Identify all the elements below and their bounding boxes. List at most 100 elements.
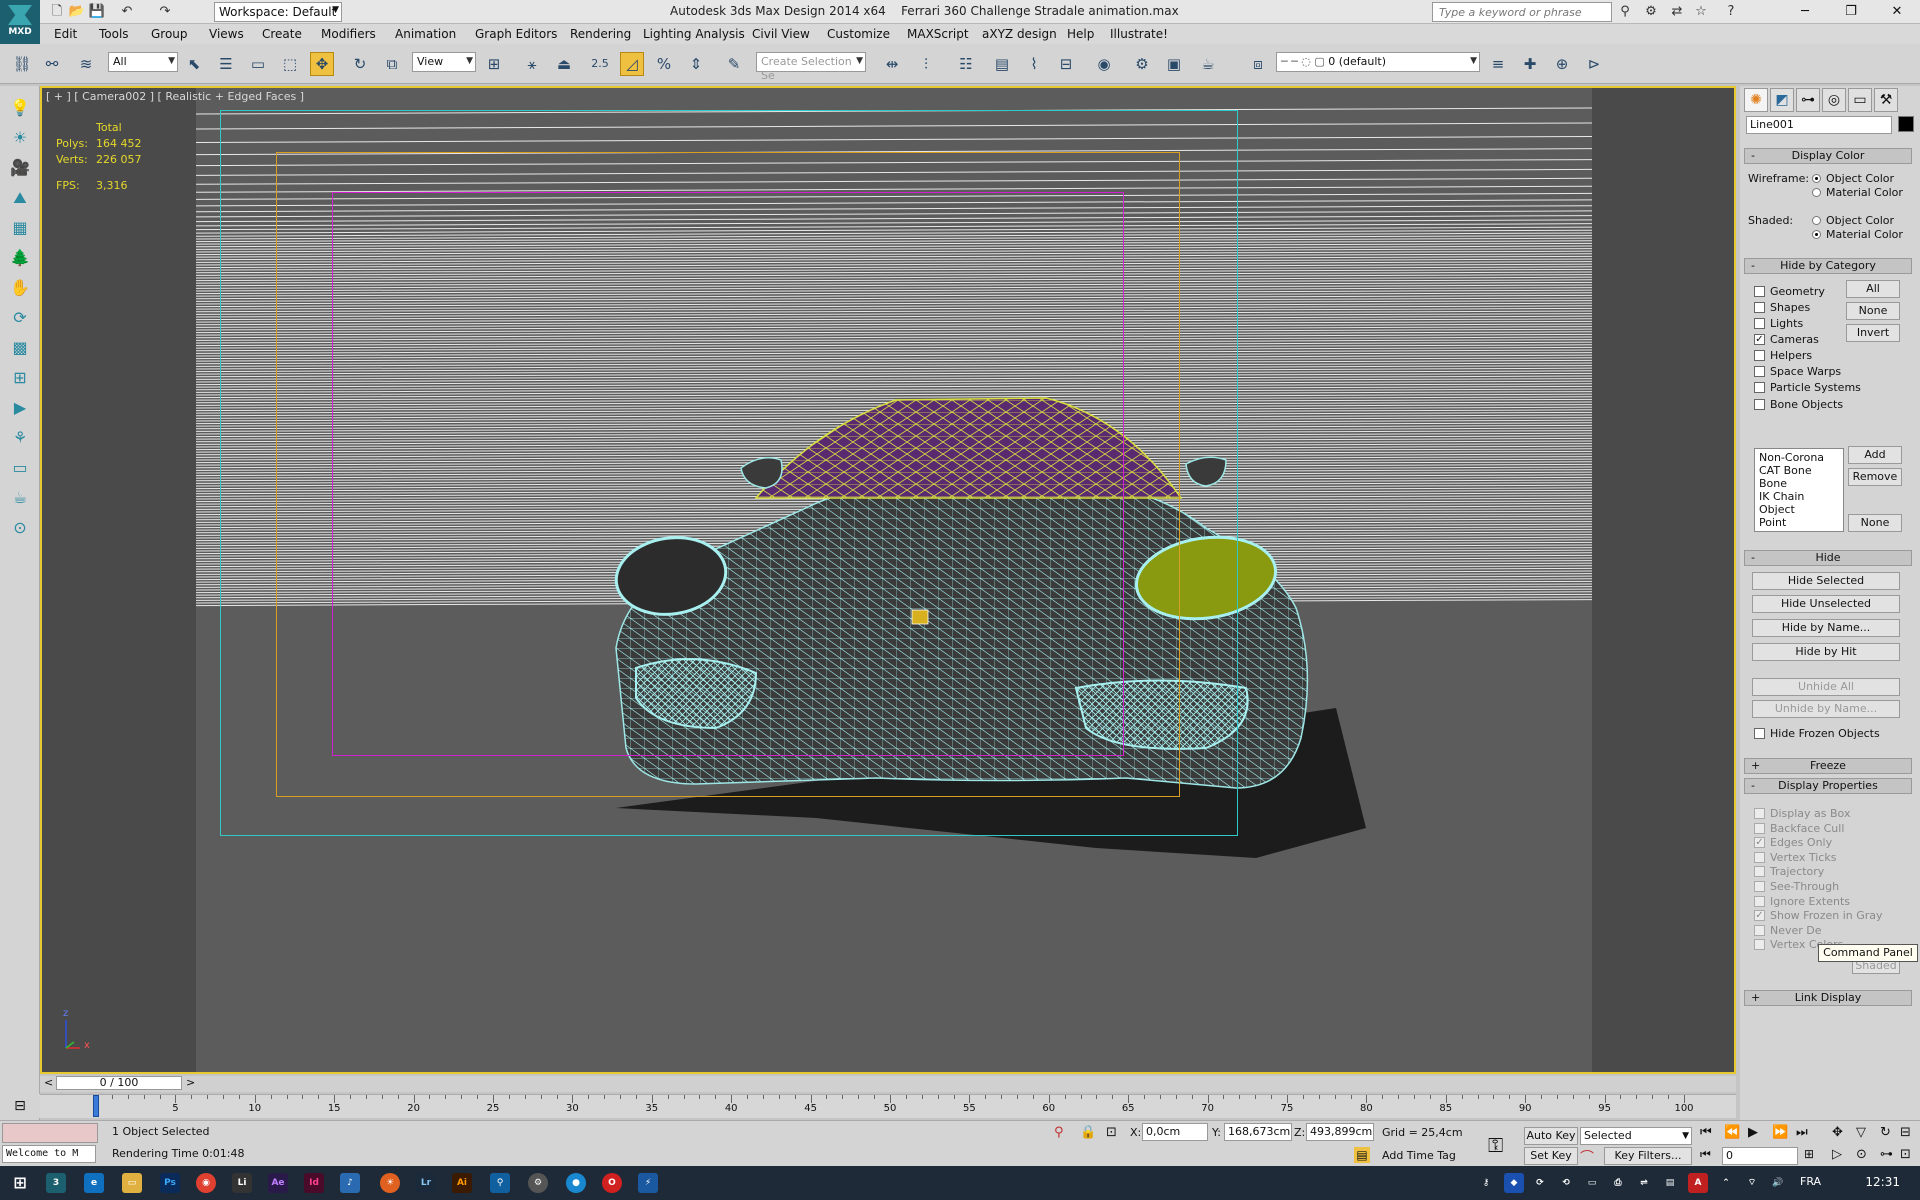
hide-by-hit-button[interactable]: Hide by Hit: [1752, 643, 1900, 661]
track-bar[interactable]: 5 10 15 20 25 30 35 40 45 50 55 60 65 70 75 80 85 90 95 100: [40, 1094, 1736, 1118]
wireframe-object-color-radio[interactable]: [1812, 174, 1821, 183]
key-mode-toggle-icon[interactable]: ⏮: [1700, 1147, 1711, 1162]
menu-civil-view[interactable]: Civil View: [752, 27, 810, 41]
teapot-icon[interactable]: ☕: [8, 486, 32, 510]
x-coordinate-field[interactable]: 0,0cm: [1142, 1123, 1208, 1141]
taskbar-firefox-icon[interactable]: ☀: [380, 1173, 400, 1193]
render-production-icon[interactable]: ☕: [1196, 52, 1220, 76]
display-property-checkbox[interactable]: [1754, 822, 1765, 834]
wireframe-material-color-radio[interactable]: [1812, 188, 1821, 197]
sun-icon[interactable]: ☀: [8, 126, 32, 150]
help-icon[interactable]: ?: [1722, 3, 1740, 21]
favorites-star-icon[interactable]: ☆: [1692, 3, 1710, 21]
display-property-checkbox[interactable]: [1754, 895, 1765, 907]
category-none-button[interactable]: None: [1846, 302, 1900, 320]
object-paint-icon[interactable]: ▦: [8, 216, 32, 240]
category-remove-button[interactable]: Remove: [1848, 468, 1902, 486]
unlink-icon[interactable]: ⚯: [40, 52, 64, 76]
new-file-icon[interactable]: 🗋: [48, 3, 66, 21]
camera-icon[interactable]: 🎥: [8, 156, 32, 180]
tray-sync-icon[interactable]: ⟳: [1530, 1173, 1550, 1193]
render-setup-icon[interactable]: ⚙: [1130, 52, 1154, 76]
tab-display[interactable]: ▭: [1848, 88, 1872, 112]
set-key-mode-icon[interactable]: ⚿: [1488, 1133, 1503, 1157]
tray-adobe-icon[interactable]: A: [1688, 1173, 1708, 1193]
truck-icon[interactable]: ⊶: [1880, 1147, 1893, 1162]
select-and-link-icon[interactable]: ⛓: [10, 52, 34, 76]
sculpt-icon[interactable]: ✋: [8, 276, 32, 300]
orbit-icon[interactable]: ↻: [1880, 1125, 1891, 1140]
menu-tools[interactable]: Tools: [99, 27, 129, 41]
taskbar-photoshop-icon[interactable]: Ps: [160, 1173, 180, 1193]
roll-icon[interactable]: ⊙: [1856, 1147, 1867, 1162]
category-list-item[interactable]: IK Chain Object: [1759, 490, 1839, 516]
category-list-item[interactable]: Non-Corona: [1759, 451, 1839, 464]
select-object-icon[interactable]: ⬉: [182, 52, 206, 76]
category-all-button[interactable]: All: [1846, 280, 1900, 298]
close-button[interactable]: ✕: [1874, 0, 1920, 24]
unhide-by-name-button[interactable]: Unhide by Name...: [1752, 700, 1900, 718]
category-checkbox[interactable]: [1754, 350, 1765, 361]
hide-frozen-objects-checkbox[interactable]: [1754, 728, 1765, 739]
tray-usb-icon[interactable]: ⇌: [1634, 1173, 1654, 1193]
hide-rollout-header[interactable]: - Hide: [1744, 550, 1912, 566]
next-frame-icon[interactable]: ⏩: [1772, 1125, 1788, 1140]
rotate-view-icon[interactable]: ⟳: [8, 306, 32, 330]
taskbar-illustrator-icon[interactable]: Ai: [452, 1173, 472, 1193]
pivot-center-icon[interactable]: ⊞: [482, 52, 506, 76]
graphite-ribbon-icon[interactable]: ▤: [990, 52, 1014, 76]
keyboard-shortcut-icon[interactable]: ⏏: [552, 52, 576, 76]
menu-graph-editors[interactable]: Graph Editors: [475, 27, 557, 41]
taskbar-3dsmax-icon[interactable]: 3: [46, 1173, 66, 1193]
taskbar-search-icon[interactable]: ⚲: [490, 1173, 510, 1193]
field-of-view-icon[interactable]: ▽: [1856, 1125, 1866, 1140]
manage-layers-icon[interactable]: ☷: [954, 52, 978, 76]
go-to-start-icon[interactable]: ⏮: [1700, 1125, 1712, 1140]
windows-start-icon[interactable]: ⊞: [10, 1173, 30, 1193]
time-tag-icon[interactable]: ▤: [1354, 1147, 1370, 1163]
set-key-button[interactable]: Set Key: [1524, 1147, 1578, 1165]
menu-rendering[interactable]: Rendering: [570, 27, 631, 41]
dolly-icon[interactable]: ▷: [1832, 1147, 1842, 1162]
time-slider[interactable]: < 0 / 100 >: [40, 1076, 1736, 1092]
category-list-item[interactable]: CAT Bone: [1759, 464, 1839, 477]
hide-selected-button[interactable]: Hide Selected: [1752, 572, 1900, 590]
taskbar-indesign-icon[interactable]: Id: [304, 1173, 324, 1193]
rectangular-selection-icon[interactable]: ▭: [246, 52, 270, 76]
menu-create[interactable]: Create: [262, 27, 302, 41]
taskbar-other-icon[interactable]: ⚡: [638, 1173, 658, 1193]
workspace-dropdown[interactable]: Workspace: Default ▼: [214, 2, 342, 22]
taskbar-explorer-icon[interactable]: ▭: [122, 1173, 142, 1193]
category-checkbox[interactable]: [1754, 366, 1765, 377]
object-name-field[interactable]: Line001: [1746, 116, 1892, 134]
hide-unselected-button[interactable]: Hide Unselected: [1752, 595, 1900, 613]
key-selection-dropdown[interactable]: Selected ▼: [1580, 1127, 1692, 1145]
maxscript-listener-field[interactable]: Welcome to M: [2, 1145, 96, 1163]
taskbar-clock[interactable]: 12:31: [1865, 1175, 1900, 1189]
menu-help[interactable]: Help: [1067, 27, 1094, 41]
category-checkbox[interactable]: [1754, 286, 1765, 297]
selection-lock-icon[interactable]: 🔒: [1080, 1125, 1096, 1140]
category-list-box[interactable]: Non-Corona CAT Bone Bone IK Chain Object Poi…: [1754, 448, 1844, 532]
menu-group[interactable]: Group: [151, 27, 188, 41]
display-property-checkbox[interactable]: ✓: [1754, 837, 1765, 849]
render-icon[interactable]: ▶: [8, 396, 32, 420]
pan-view-icon[interactable]: ✥: [1832, 1125, 1843, 1140]
display-properties-rollout-header[interactable]: - Display Properties: [1744, 778, 1912, 794]
snaps-toggle[interactable]: 2.5: [588, 52, 612, 76]
time-slider-prev-icon[interactable]: <: [44, 1076, 53, 1089]
select-by-name-icon[interactable]: ☰: [214, 52, 238, 76]
default-in-out-tangent-icon[interactable]: ⌒: [1580, 1147, 1594, 1167]
light-bulb-icon[interactable]: 💡: [8, 96, 32, 120]
selection-filter-dropdown[interactable]: All ▼: [108, 52, 178, 72]
edit-named-selection-icon[interactable]: ✎: [722, 52, 746, 76]
taskbar-opera-icon[interactable]: O: [602, 1173, 622, 1193]
mini-curve-editor-icon[interactable]: ⊟: [0, 1094, 40, 1118]
hide-by-name-button[interactable]: Hide by Name...: [1752, 619, 1900, 637]
input-language[interactable]: FRA: [1800, 1175, 1821, 1188]
tray-folder-icon[interactable]: ▤: [1660, 1173, 1680, 1193]
tray-volume-icon[interactable]: 🔊: [1768, 1173, 1788, 1193]
category-list-item[interactable]: Point: [1759, 516, 1839, 529]
freeze-rollout-header[interactable]: + Freeze: [1744, 758, 1912, 774]
time-slider-next-icon[interactable]: >: [186, 1076, 195, 1089]
